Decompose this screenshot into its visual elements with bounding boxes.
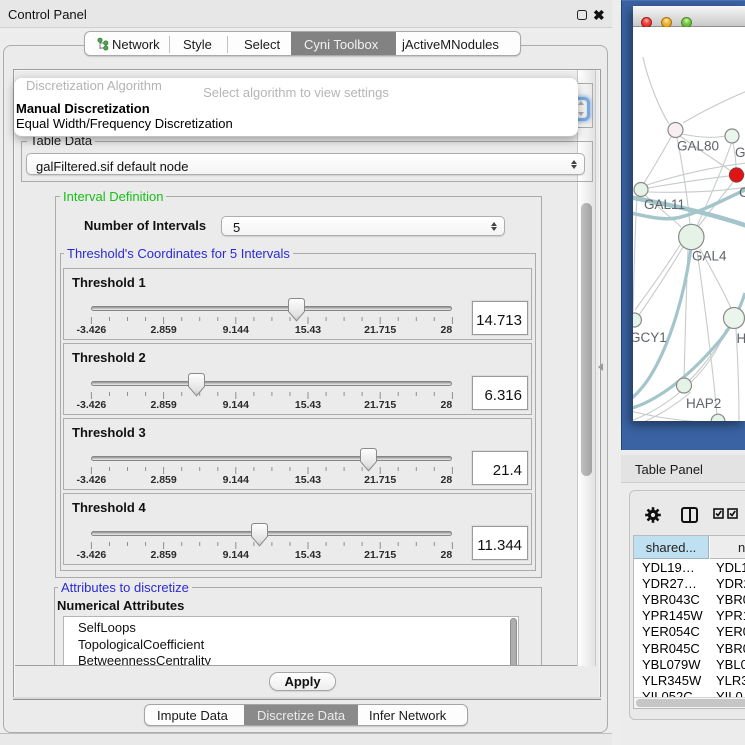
svg-text:HAP2: HAP2: [686, 396, 721, 411]
svg-text:GCY1: GCY1: [633, 330, 667, 345]
svg-text:GAL4: GAL4: [692, 249, 727, 264]
svg-text:H: H: [737, 331, 745, 346]
svg-text:GA: GA: [735, 145, 745, 160]
svg-text:GAL11: GAL11: [644, 197, 685, 212]
svg-text:C: C: [739, 185, 745, 200]
svg-text:GAL80: GAL80: [677, 139, 719, 154]
